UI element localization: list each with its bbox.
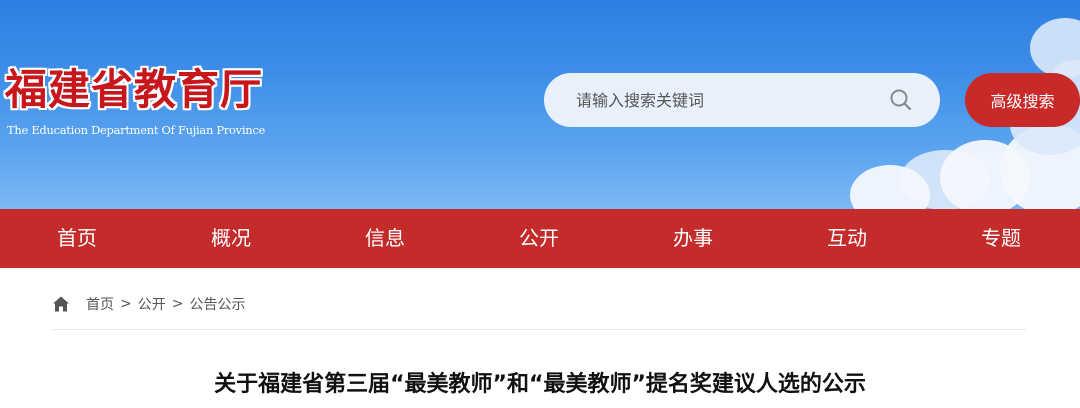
breadcrumb-separator: > [120,296,132,312]
breadcrumb: 首页 > 公开 > 公告公示 [52,293,245,315]
breadcrumb-item-announcements[interactable]: 公告公示 [189,294,245,314]
site-logo-english: The Education Department Of Fujian Provi… [7,123,266,137]
article-title: 关于福建省第三届“最美教师”和“最美教师”提名奖建议人选的公示 [214,372,866,397]
breadcrumb-item-home[interactable]: 首页 [86,294,114,314]
breadcrumb-item-disclosure[interactable]: 公开 [138,294,166,314]
nav-item-services[interactable]: 办事 [616,209,770,268]
nav-item-information[interactable]: 信息 [308,209,462,268]
breadcrumb-separator: > [171,296,184,312]
divider [52,329,1026,330]
header-banner: 福建省教育厅 The Education Department Of Fujia… [0,0,1080,209]
nav-item-topics[interactable]: 专题 [924,209,1078,268]
nav-item-overview[interactable]: 概况 [154,209,308,268]
main-nav: 首页 概况 信息 公开 办事 互动 专题 [0,209,1080,268]
advanced-search-button[interactable]: 高级搜索 [965,73,1080,127]
search-input[interactable] [576,73,876,127]
search-icon[interactable] [889,88,913,112]
nav-item-home[interactable]: 首页 [0,209,154,268]
home-icon[interactable] [52,295,70,313]
nav-item-disclosure[interactable]: 公开 [462,209,616,268]
nav-item-interaction[interactable]: 互动 [770,209,924,268]
search-box [544,73,940,127]
site-logo[interactable]: 福建省教育厅 [5,62,263,118]
